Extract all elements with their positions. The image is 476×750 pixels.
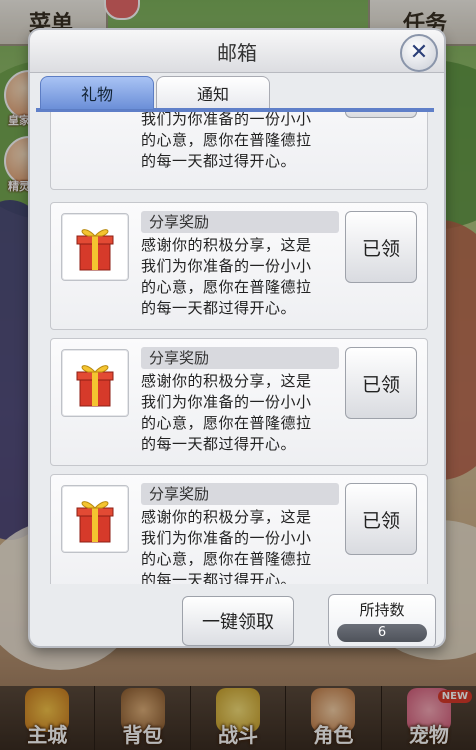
mail-item-body: 感谢你的积极分享，这是 我们为你准备的一份小小 的心意，愿你在普隆德拉 的每一天… xyxy=(141,371,341,455)
mail-item-title: 分享奖励 xyxy=(141,347,339,369)
holdings-panel: 所持数 6 xyxy=(328,594,436,646)
mailbox-title: 邮箱 xyxy=(217,40,257,65)
tab-gifts-label: 礼物 xyxy=(80,85,113,104)
gift-icon xyxy=(61,485,129,553)
mail-body-line: 我们为你准备的一份小小 xyxy=(141,529,312,547)
mailbox-tabs: 礼物 通知 xyxy=(40,76,434,110)
mail-list[interactable]: 我们为你准备的一份小小 的心意，愿你在普隆德拉 的每一天都过得开心。 分享奖励 … xyxy=(44,110,430,584)
mail-item: 分享奖励 感谢你的积极分享，这是 我们为你准备的一份小小 的心意，愿你在普隆德拉… xyxy=(50,338,428,466)
mail-body-line: 我们为你准备的一份小小 xyxy=(141,110,312,128)
mail-body-line: 的心意，愿你在普隆德拉 xyxy=(141,131,312,149)
mail-body-line: 的心意，愿你在普隆德拉 xyxy=(141,278,312,296)
mail-body-line: 的心意，愿你在普隆德拉 xyxy=(141,550,312,568)
mail-body-line: 的每一天都过得开心。 xyxy=(141,152,297,170)
mail-body-line: 我们为你准备的一份小小 xyxy=(141,393,312,411)
mail-body-line: 感谢你的积极分享，这是 xyxy=(141,508,312,526)
mail-body-line: 我们为你准备的一份小小 xyxy=(141,257,312,275)
holdings-label: 所持数 xyxy=(359,601,405,619)
claimed-button[interactable]: 已领 xyxy=(345,211,417,283)
mailbox-dialog: 邮箱 ✕ 礼物 通知 我们为你准备的一份小小 的心意，愿你在普隆德拉 的每一天都… xyxy=(30,30,444,646)
claimed-button[interactable]: 已领 xyxy=(345,483,417,555)
mail-item-title: 分享奖励 xyxy=(141,211,339,233)
mail-item-body: 我们为你准备的一份小小 的心意，愿你在普隆德拉 的每一天都过得开心。 xyxy=(141,110,341,172)
tab-gifts[interactable]: 礼物 xyxy=(40,76,154,110)
holdings-count: 6 xyxy=(337,624,427,642)
mail-item: 分享奖励 感谢你的积极分享，这是 我们为你准备的一份小小 的心意，愿你在普隆德拉… xyxy=(50,202,428,330)
mail-item-body: 感谢你的积极分享，这是 我们为你准备的一份小小 的心意，愿你在普隆德拉 的每一天… xyxy=(141,235,341,319)
tab-notices[interactable]: 通知 xyxy=(156,76,270,110)
mail-body-line: 感谢你的积极分享，这是 xyxy=(141,372,312,390)
mail-body-line: 感谢你的积极分享，这是 xyxy=(141,236,312,254)
claim-all-button[interactable]: 一键领取 xyxy=(182,596,294,646)
tab-notices-label: 通知 xyxy=(196,85,229,104)
mailbox-footer: 一键领取 所持数 6 xyxy=(30,584,444,646)
mail-body-line: 的每一天都过得开心。 xyxy=(141,299,297,317)
mail-item-partial: 我们为你准备的一份小小 的心意，愿你在普隆德拉 的每一天都过得开心。 xyxy=(50,110,428,190)
mail-body-line: 的每一天都过得开心。 xyxy=(141,435,297,453)
mail-body-line: 的心意，愿你在普隆德拉 xyxy=(141,414,312,432)
close-button[interactable]: ✕ xyxy=(400,34,438,72)
mail-item-title: 分享奖励 xyxy=(141,483,339,505)
close-icon: ✕ xyxy=(409,40,429,65)
mail-body-line: 的每一天都过得开心。 xyxy=(141,571,297,584)
mail-item: 分享奖励 感谢你的积极分享，这是 我们为你准备的一份小小 的心意，愿你在普隆德拉… xyxy=(50,474,428,584)
mailbox-header: 邮箱 xyxy=(30,30,444,73)
mail-item-body: 感谢你的积极分享，这是 我们为你准备的一份小小 的心意，愿你在普隆德拉 的每一天… xyxy=(141,507,341,584)
gift-icon xyxy=(61,213,129,281)
gift-icon xyxy=(61,349,129,417)
claimed-button[interactable]: 已领 xyxy=(345,347,417,419)
